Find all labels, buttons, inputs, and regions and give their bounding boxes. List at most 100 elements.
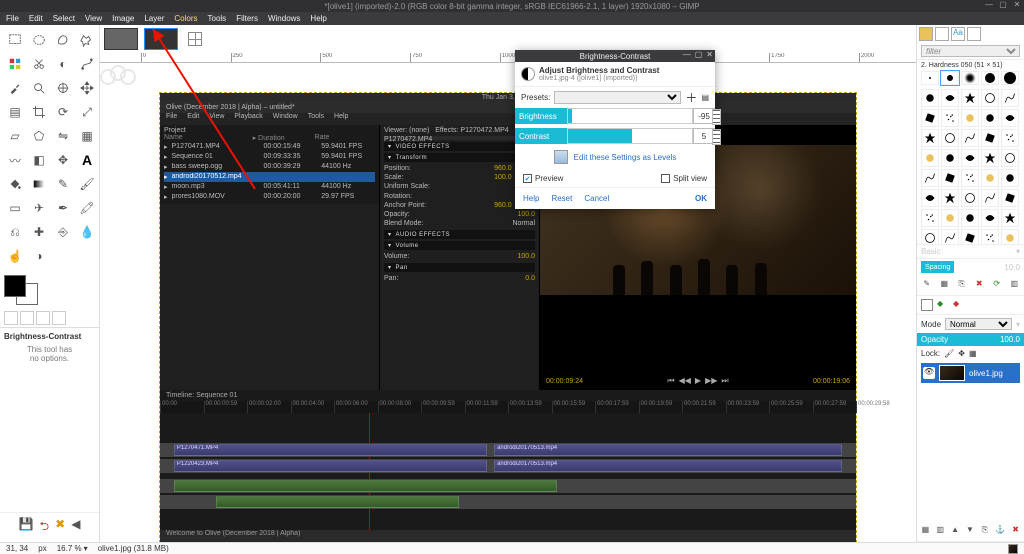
zoom-select[interactable]: 16.7 % ▾: [57, 544, 88, 553]
brush-preset[interactable]: [961, 89, 979, 107]
window-close-icon[interactable]: ✕: [1012, 0, 1022, 10]
layer-visibility-icon[interactable]: 👁: [923, 367, 935, 379]
mode-menu-icon[interactable]: ▾: [1016, 320, 1020, 329]
dlg-max-icon[interactable]: ▢: [695, 50, 703, 59]
tool-dodge-icon[interactable]: ◑: [28, 245, 50, 267]
layer-down-icon[interactable]: ▼: [966, 525, 975, 537]
brush-preset[interactable]: [961, 209, 979, 227]
paths-tab-icon[interactable]: ◆: [953, 299, 965, 311]
splitview-checkbox[interactable]: Split view: [661, 174, 707, 183]
window-maximize-icon[interactable]: ▢: [998, 0, 1008, 10]
tool-move-icon[interactable]: [76, 77, 98, 99]
tool-heal-icon[interactable]: ✚: [28, 221, 50, 243]
history-tab-icon[interactable]: [967, 27, 981, 41]
tool-bucket-icon[interactable]: [4, 173, 26, 195]
window-minimize-icon[interactable]: —: [984, 0, 994, 10]
layer-anchor-icon[interactable]: ⚓: [995, 525, 1005, 537]
brush-preset[interactable]: [921, 209, 939, 227]
brush-preset[interactable]: [981, 149, 999, 167]
tool-scale-icon[interactable]: ⤢: [76, 101, 98, 123]
unit-select[interactable]: px: [38, 544, 46, 553]
undo-history-tab-icon[interactable]: [36, 311, 50, 325]
tool-shear-icon[interactable]: ▱: [4, 125, 26, 147]
tool-color-picker-icon[interactable]: [4, 77, 26, 99]
brush-preset[interactable]: [1001, 169, 1019, 187]
presets-select[interactable]: [554, 91, 681, 104]
images-tab-icon[interactable]: [52, 311, 66, 325]
lock-alpha-icon[interactable]: ▦: [969, 349, 977, 358]
menu-edit[interactable]: Edit: [29, 14, 43, 23]
fg-color-swatch[interactable]: [4, 275, 26, 297]
brushes-tab-icon[interactable]: [919, 27, 933, 41]
tool-handle-icon[interactable]: ✥: [52, 149, 74, 171]
tool-brush-icon[interactable]: 🖌: [76, 173, 98, 195]
brush-preset[interactable]: [981, 89, 999, 107]
brush-refresh-icon[interactable]: ⟳: [991, 279, 1003, 291]
layer-new-icon[interactable]: ▦: [921, 525, 930, 537]
dlg-reset[interactable]: Reset: [551, 194, 572, 203]
tool-mypaint-icon[interactable]: 🖍: [76, 197, 98, 219]
lock-position-icon[interactable]: ✥: [958, 349, 965, 358]
brush-preset[interactable]: [981, 189, 999, 207]
tool-perspective-icon[interactable]: ⬠: [28, 125, 50, 147]
image-tab-2[interactable]: [144, 28, 178, 50]
tool-blur-icon[interactable]: 💧: [76, 221, 98, 243]
menu-tools[interactable]: Tools: [208, 14, 227, 23]
contrast-slider[interactable]: [567, 128, 693, 144]
image-tab-1[interactable]: [104, 28, 138, 50]
brush-preset[interactable]: [1001, 189, 1019, 207]
tool-rotate-icon[interactable]: ⟳: [52, 101, 74, 123]
preview-checkbox[interactable]: ✔Preview: [523, 174, 563, 183]
brush-preset[interactable]: [961, 229, 979, 245]
brightness-slider[interactable]: [567, 108, 693, 124]
brush-preset[interactable]: [981, 229, 999, 245]
brush-del-icon[interactable]: ✖: [974, 279, 986, 291]
contrast-value[interactable]: 5: [693, 128, 715, 144]
brush-preset[interactable]: [1001, 129, 1019, 147]
dlg-min-icon[interactable]: —: [683, 50, 691, 59]
brightness-value[interactable]: -95: [693, 108, 715, 124]
brush-preset[interactable]: [941, 229, 959, 245]
brush-preset[interactable]: [981, 109, 999, 127]
brush-filter[interactable]: filter: [921, 45, 1020, 57]
menu-colors[interactable]: Colors: [174, 14, 197, 23]
brush-preset[interactable]: [921, 189, 939, 207]
brush-folder-icon[interactable]: ▥: [1009, 279, 1021, 291]
brush-preset[interactable]: [961, 129, 979, 147]
brush-preset[interactable]: [921, 229, 939, 245]
menu-image[interactable]: Image: [112, 14, 134, 23]
tool-airbrush-icon[interactable]: ✈: [28, 197, 50, 219]
tool-paths-icon[interactable]: [76, 53, 98, 75]
lock-pixels-icon[interactable]: 🖌: [944, 349, 954, 358]
brush-preset[interactable]: [981, 169, 999, 187]
tool-zoom-icon[interactable]: [28, 77, 50, 99]
tool-free-select-icon[interactable]: [52, 29, 74, 51]
brush-preset[interactable]: [981, 209, 999, 227]
layer-item[interactable]: 👁 olive1.jpg: [921, 363, 1020, 383]
brush-preset[interactable]: [961, 109, 979, 127]
menu-filters[interactable]: Filters: [236, 14, 258, 23]
tool-perspective-clone-icon[interactable]: ⎆: [52, 221, 74, 243]
fonts-tab-icon[interactable]: Aa: [951, 27, 965, 41]
brush-grid[interactable]: [917, 85, 1024, 245]
layer-group-icon[interactable]: ▥: [936, 525, 945, 537]
brush-new-icon[interactable]: ▦: [939, 279, 951, 291]
tool-by-color-icon[interactable]: [4, 53, 26, 75]
brush-edit-icon[interactable]: ✎: [921, 279, 933, 291]
navigation-preview-icon[interactable]: [1008, 544, 1018, 554]
tool-unified-icon[interactable]: ◧: [28, 149, 50, 171]
tool-flip-icon[interactable]: ⇋: [52, 125, 74, 147]
brush-preset[interactable]: [981, 129, 999, 147]
delete-options-icon[interactable]: ✖: [55, 517, 65, 538]
tool-align-icon[interactable]: ▤: [4, 101, 26, 123]
brush-preset[interactable]: [1001, 109, 1019, 127]
patterns-tab-icon[interactable]: [935, 27, 949, 41]
menu-windows[interactable]: Windows: [268, 14, 300, 23]
layer-up-icon[interactable]: ▲: [951, 525, 960, 537]
tool-text-icon[interactable]: A: [76, 149, 98, 171]
device-status-tab-icon[interactable]: [20, 311, 34, 325]
brush-preset[interactable]: [941, 149, 959, 167]
menu-file[interactable]: File: [6, 14, 19, 23]
menu-view[interactable]: View: [85, 14, 102, 23]
brush-preset[interactable]: [941, 169, 959, 187]
